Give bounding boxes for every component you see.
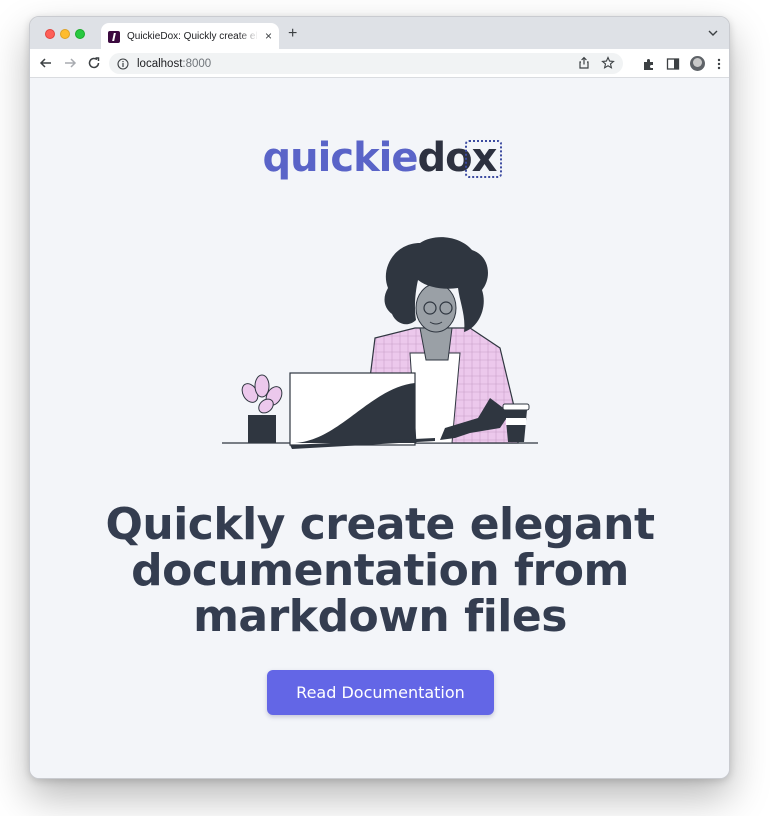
address-bar[interactable]: localhost:8000 (109, 53, 623, 74)
url-port: :8000 (182, 57, 212, 70)
active-tab[interactable]: QuickieDox: Quickly create elegant docum… (101, 23, 279, 50)
page-content: quickiedox Quickly create elegant docume… (30, 78, 729, 778)
browser-toolbar: localhost:8000 (30, 49, 729, 78)
logo: quickiedox (30, 135, 729, 181)
profile-avatar[interactable] (690, 56, 705, 71)
tab-search-icon[interactable] (708, 28, 718, 38)
browser-window: QuickieDox: Quickly create elegant docum… (29, 16, 730, 779)
side-panel-icon[interactable] (666, 57, 680, 71)
logo-part-quickie: quickie (262, 135, 419, 181)
kebab-menu-icon[interactable] (715, 57, 723, 71)
tab-close-button[interactable]: × (265, 29, 272, 43)
close-window-button[interactable] (45, 29, 55, 39)
reload-icon[interactable] (86, 55, 102, 71)
share-icon[interactable] (577, 56, 591, 70)
back-arrow-icon[interactable] (38, 55, 54, 71)
favicon-icon (108, 30, 120, 43)
minimize-window-button[interactable] (60, 29, 70, 39)
read-documentation-button[interactable]: Read Documentation (267, 670, 494, 715)
info-icon[interactable] (117, 57, 129, 70)
maximize-window-button[interactable] (75, 29, 85, 39)
page-headline: Quickly create elegant documentation fro… (105, 499, 655, 642)
tab-title: QuickieDox: Quickly create elegant docum… (127, 31, 258, 42)
star-icon[interactable] (601, 56, 615, 70)
tab-strip: QuickieDox: Quickly create elegant docum… (30, 17, 729, 50)
woman-at-laptop-illustration (222, 237, 538, 449)
forward-arrow-icon[interactable] (62, 55, 78, 71)
extensions-icon[interactable] (642, 57, 656, 71)
url-host: localhost (137, 57, 183, 70)
new-tab-button[interactable]: + (288, 26, 297, 42)
logo-part-dox: dox (417, 135, 503, 181)
